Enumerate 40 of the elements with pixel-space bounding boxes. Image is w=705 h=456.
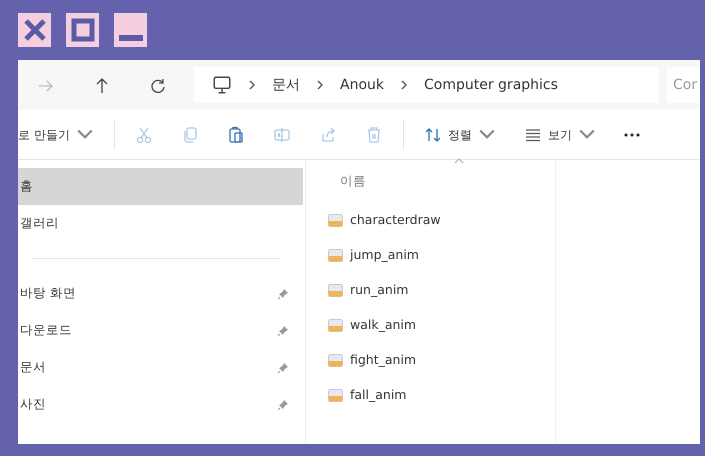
scissors-icon (134, 126, 153, 144)
new-button[interactable]: 로 만들기 (18, 114, 108, 154)
rename-icon (272, 126, 291, 144)
column-header[interactable]: 이름 (328, 168, 555, 203)
sort-icon (424, 126, 442, 144)
sidebar-item[interactable]: 바탕 화면 (18, 275, 303, 312)
sort-caret-icon (454, 158, 464, 164)
maximize-icon (70, 18, 94, 42)
sidebar-item[interactable]: 갤러리 (18, 205, 303, 242)
minimize-button[interactable] (114, 13, 147, 47)
image-file-icon (328, 352, 343, 368)
close-icon (22, 18, 46, 42)
sidebar-item[interactable]: 문서 (18, 349, 303, 386)
file-item[interactable]: fall_anim (328, 378, 555, 413)
sidebar-item[interactable]: 사진 (18, 386, 303, 423)
image-file-icon (328, 212, 343, 228)
address-bar[interactable]: 문서 Anouk Computer graphics (194, 67, 659, 103)
image-file-icon (328, 248, 343, 263)
list-button[interactable]: 보기 (510, 114, 610, 154)
image-file-icon (328, 318, 343, 333)
sidebar-item[interactable]: 다운로드 (18, 312, 303, 349)
minimize-icon (118, 35, 142, 41)
file-item[interactable]: characterdraw (328, 202, 555, 238)
more-icon (624, 132, 640, 136)
sidebar-item[interactable]: 홈 (18, 168, 303, 205)
file-item[interactable]: walk_anim (328, 308, 555, 343)
maximize-button[interactable] (66, 13, 99, 47)
file-item[interactable]: run_anim (328, 272, 555, 308)
breadcrumb-link[interactable]: Anouk (340, 74, 384, 96)
sort-button[interactable]: 정렬 (410, 114, 510, 154)
breadcrumb-link[interactable]: 문서 (272, 74, 300, 96)
file-item[interactable]: fight_anim (328, 342, 555, 378)
clipboard-icon (226, 126, 245, 144)
breadcrumb-link[interactable]: Computer graphics (424, 74, 558, 96)
computer-icon (212, 75, 232, 95)
close-button[interactable] (18, 13, 51, 47)
image-file-icon (328, 388, 343, 403)
refresh-icon (149, 76, 167, 95)
file-item[interactable]: jump_anim (328, 238, 555, 273)
image-file-icon (328, 282, 343, 298)
